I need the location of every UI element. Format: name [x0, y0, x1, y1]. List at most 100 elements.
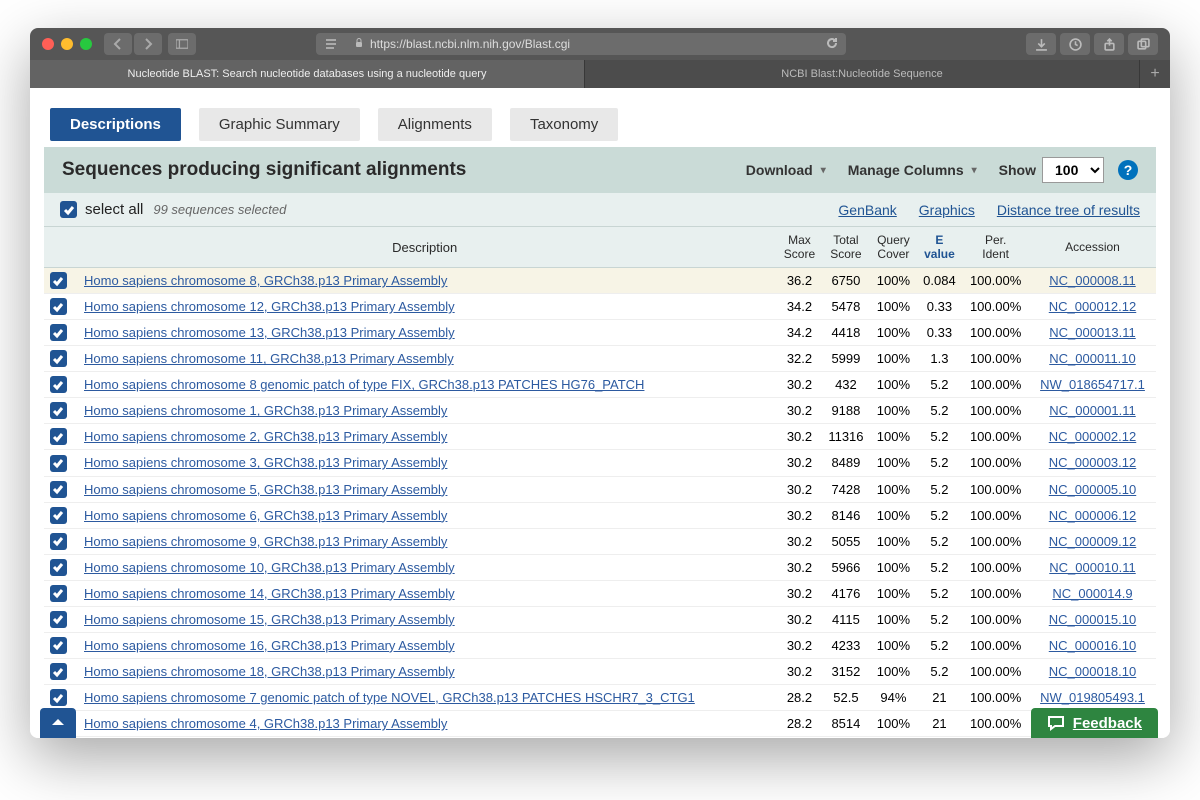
description-link[interactable]: Homo sapiens chromosome 14, GRCh38.p13 P… — [84, 586, 455, 601]
col-e-value[interactable]: Evalue — [917, 227, 963, 268]
accession-link[interactable]: NC_000018.10 — [1049, 664, 1136, 679]
description-link[interactable]: Homo sapiens chromosome 3, GRCh38.p13 Pr… — [84, 455, 447, 470]
per-ident: 100.00% — [962, 450, 1029, 476]
accession-link[interactable]: NC_000015.10 — [1049, 612, 1136, 627]
tab-taxonomy[interactable]: Taxonomy — [510, 108, 618, 141]
accession-link[interactable]: NC_000005.10 — [1049, 482, 1136, 497]
col-description[interactable]: Description — [72, 227, 777, 268]
description-link[interactable]: Homo sapiens chromosome 9, GRCh38.p13 Pr… — [84, 534, 447, 549]
accession-link[interactable]: NW_019805493.1 — [1040, 690, 1145, 705]
row-checkbox[interactable] — [50, 559, 67, 576]
feedback-button[interactable]: Feedback — [1031, 708, 1158, 738]
genbank-link[interactable]: GenBank — [838, 202, 896, 218]
row-checkbox[interactable] — [50, 663, 67, 680]
accession-link[interactable]: NC_000011.10 — [1049, 351, 1136, 366]
description-link[interactable]: Homo sapiens chromosome 15, GRCh38.p13 P… — [84, 612, 455, 627]
window-close-button[interactable] — [42, 38, 54, 50]
graphics-link[interactable]: Graphics — [919, 202, 975, 218]
browser-tab-0[interactable]: Nucleotide BLAST: Search nucleotide data… — [30, 60, 585, 88]
help-icon[interactable]: ? — [1118, 160, 1138, 180]
row-checkbox[interactable] — [50, 637, 67, 654]
sidebar-toggle-button[interactable] — [168, 33, 196, 55]
row-checkbox[interactable] — [50, 376, 67, 393]
per-ident: 100.00% — [962, 711, 1029, 737]
total-score: 4233 — [822, 632, 871, 658]
query-cover: 100% — [870, 372, 916, 398]
tab-descriptions[interactable]: Descriptions — [50, 108, 181, 141]
tab-graphic-summary[interactable]: Graphic Summary — [199, 108, 360, 141]
max-score: 30.2 — [777, 372, 821, 398]
window-minimize-button[interactable] — [61, 38, 73, 50]
history-button[interactable] — [1060, 33, 1090, 55]
description-link[interactable]: Homo sapiens chromosome 11, GRCh38.p13 P… — [84, 351, 454, 366]
select-all-checkbox[interactable] — [60, 201, 77, 218]
accession-link[interactable]: NC_000003.12 — [1049, 455, 1136, 470]
per-ident: 100.00% — [962, 528, 1029, 554]
browser-tab-1[interactable]: NCBI Blast:Nucleotide Sequence — [585, 60, 1140, 88]
accession-link[interactable]: NC_000012.12 — [1049, 299, 1136, 314]
row-checkbox[interactable] — [50, 585, 67, 602]
distance-tree-link[interactable]: Distance tree of results — [997, 202, 1140, 218]
accession-link[interactable]: NC_000002.12 — [1049, 429, 1136, 444]
row-checkbox[interactable] — [50, 428, 67, 445]
row-checkbox[interactable] — [50, 324, 67, 341]
reader-button[interactable] — [316, 33, 346, 55]
description-link[interactable]: Homo sapiens chromosome 8 genomic patch … — [84, 377, 644, 392]
tab-alignments[interactable]: Alignments — [378, 108, 492, 141]
row-checkbox[interactable] — [50, 507, 67, 524]
show-select[interactable]: 100 — [1042, 157, 1104, 183]
row-checkbox[interactable] — [50, 298, 67, 315]
accession-link[interactable]: NC_000016.10 — [1049, 638, 1136, 653]
accession-link[interactable]: NC_000009.12 — [1049, 534, 1136, 549]
tabs-button[interactable] — [1128, 33, 1158, 55]
description-link[interactable]: Homo sapiens chromosome 6, GRCh38.p13 Pr… — [84, 508, 447, 523]
downloads-button[interactable] — [1026, 33, 1056, 55]
reload-icon[interactable] — [826, 37, 838, 52]
col-total-score[interactable]: TotalScore — [822, 227, 871, 268]
description-link[interactable]: Homo sapiens chromosome 7 genomic patch … — [84, 690, 695, 705]
description-link[interactable]: Homo sapiens chromosome 13, GRCh38.p13 P… — [84, 325, 455, 340]
description-link[interactable]: Homo sapiens chromosome 12, GRCh38.p13 P… — [84, 299, 455, 314]
table-row: Homo sapiens chromosome 12, GRCh38.p13 P… — [44, 294, 1156, 320]
address-bar[interactable]: https://blast.ncbi.nlm.nih.gov/Blast.cgi — [346, 33, 846, 55]
col-max-score[interactable]: MaxScore — [777, 227, 821, 268]
col-query-cover[interactable]: QueryCover — [870, 227, 916, 268]
accession-link[interactable]: NC_000014.9 — [1052, 586, 1132, 601]
accession-link[interactable]: NC_000008.11 — [1049, 273, 1136, 288]
accession-link[interactable]: NC_000001.11 — [1049, 403, 1136, 418]
chevron-down-icon: ▾ — [821, 165, 826, 176]
description-link[interactable]: Homo sapiens chromosome 5, GRCh38.p13 Pr… — [84, 482, 447, 497]
description-link[interactable]: Homo sapiens chromosome 4, GRCh38.p13 Pr… — [84, 716, 447, 731]
row-checkbox[interactable] — [50, 272, 67, 289]
row-checkbox[interactable] — [50, 350, 67, 367]
forward-button[interactable] — [134, 33, 162, 55]
download-button[interactable]: Download▾ — [746, 162, 826, 178]
share-button[interactable] — [1094, 33, 1124, 55]
per-ident: 100.00% — [962, 320, 1029, 346]
description-link[interactable]: Homo sapiens chromosome 2, GRCh38.p13 Pr… — [84, 429, 447, 444]
row-checkbox[interactable] — [50, 611, 67, 628]
max-score: 30.2 — [777, 450, 821, 476]
manage-columns-button[interactable]: Manage Columns▾ — [848, 162, 977, 178]
accession-link[interactable]: NC_000013.11 — [1049, 325, 1136, 340]
new-tab-button[interactable]: + — [1140, 60, 1170, 88]
col-per-ident[interactable]: Per.Ident — [962, 227, 1029, 268]
row-checkbox[interactable] — [50, 689, 67, 706]
description-link[interactable]: Homo sapiens chromosome 16, GRCh38.p13 P… — [84, 638, 455, 653]
row-checkbox[interactable] — [50, 455, 67, 472]
description-link[interactable]: Homo sapiens chromosome 10, GRCh38.p13 P… — [84, 560, 455, 575]
accession-link[interactable]: NC_000006.12 — [1049, 508, 1136, 523]
scroll-top-button[interactable] — [40, 708, 76, 738]
accession-link[interactable]: NW_018654717.1 — [1040, 377, 1145, 392]
col-accession[interactable]: Accession — [1029, 227, 1156, 268]
window-zoom-button[interactable] — [80, 38, 92, 50]
accession-link[interactable]: NC_000010.11 — [1049, 560, 1136, 575]
description-link[interactable]: Homo sapiens chromosome 8, GRCh38.p13 Pr… — [84, 273, 447, 288]
description-link[interactable]: Homo sapiens chromosome 18, GRCh38.p13 P… — [84, 664, 455, 679]
row-checkbox[interactable] — [50, 402, 67, 419]
row-checkbox[interactable] — [50, 481, 67, 498]
back-button[interactable] — [104, 33, 132, 55]
description-link[interactable]: Homo sapiens chromosome 1, GRCh38.p13 Pr… — [84, 403, 447, 418]
e-value: 0.33 — [917, 320, 963, 346]
row-checkbox[interactable] — [50, 533, 67, 550]
